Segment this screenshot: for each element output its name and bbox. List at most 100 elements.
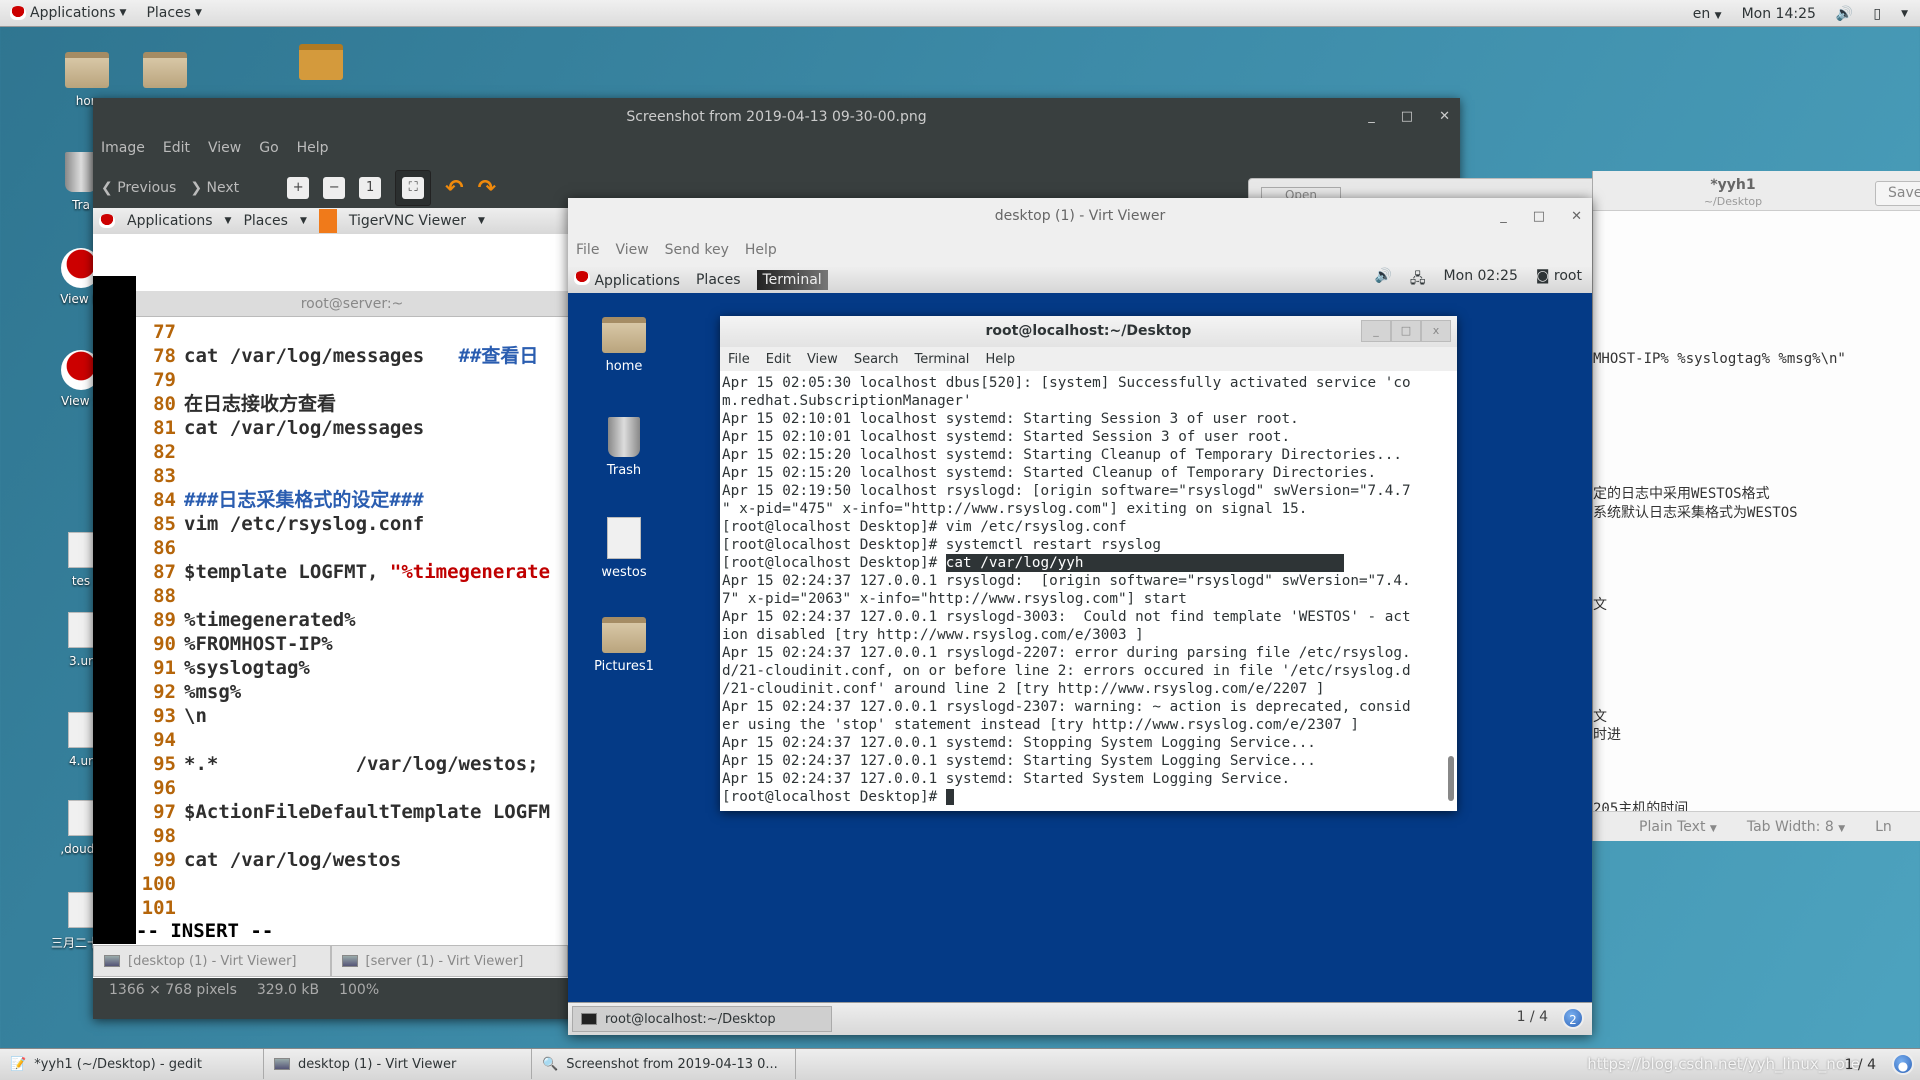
maximize-button[interactable]: □ [1533, 198, 1545, 235]
workspace-pager[interactable]: 1 / 4 [1845, 1057, 1876, 1073]
menu-edit[interactable]: Edit [766, 352, 791, 367]
guest-icon-pictures[interactable]: Pictures1 [579, 617, 669, 674]
text-line[interactable]: 定的日志中采用WESTOS格式 [1593, 483, 1770, 503]
rotate-left-icon[interactable]: ↶ [445, 176, 463, 201]
close-button[interactable]: ✕ [1439, 98, 1450, 136]
terminal-output[interactable]: Apr 15 02:05:30 localhost dbus[520]: [sy… [722, 374, 1444, 806]
system-menu-chevron-icon[interactable]: ▼ [1901, 9, 1908, 19]
guest-task-terminal[interactable]: root@localhost:~/Desktop [572, 1006, 832, 1032]
guest-places-menu[interactable]: Places [696, 272, 741, 288]
battery-icon[interactable]: ▯ [1873, 6, 1881, 22]
minimize-button[interactable]: _ [1500, 198, 1507, 235]
menu-send-key[interactable]: Send key [665, 242, 729, 258]
rotate-right-icon[interactable]: ↷ [478, 176, 496, 201]
desktop-icon-folder[interactable] [120, 52, 210, 94]
terminal-line: m.redhat.SubscriptionManager' [722, 392, 1444, 410]
line-text: [root@localhost Desktop]# [722, 555, 946, 571]
terminal-line: Apr 15 02:15:20 localhost systemd: Start… [722, 446, 1444, 464]
minimize-button[interactable]: _ [1361, 320, 1391, 342]
previous-button[interactable]: ❮ Previous [101, 180, 176, 196]
guest-terminal-app[interactable]: Terminal [756, 270, 828, 290]
line-number: 78 [153, 345, 176, 367]
zoom-out-icon[interactable]: − [323, 177, 346, 199]
close-button[interactable]: ✕ [1571, 198, 1582, 235]
best-fit-button[interactable]: ⛶ [395, 170, 432, 206]
guest-icon-trash[interactable]: Trash [579, 417, 669, 478]
line-text: Apr 15 02:10:01 localhost systemd: Start… [722, 429, 1291, 445]
vim-line: 92 %msg% [136, 680, 568, 704]
line-number: 95 [153, 753, 176, 775]
lang-label: en [1692, 5, 1711, 22]
terminal-line: Apr 15 02:24:37 127.0.0.1 systemd: Start… [722, 752, 1444, 770]
next-button[interactable]: ❯ Next [190, 180, 239, 196]
applications-label: Applications [30, 5, 116, 21]
menu-view[interactable]: View [807, 352, 838, 367]
vim-line: 96 [136, 776, 568, 800]
menu-edit[interactable]: Edit [163, 140, 190, 156]
line-number: 94 [153, 729, 176, 751]
line-number: 79 [153, 369, 176, 391]
scrollbar[interactable] [1448, 756, 1454, 801]
menu-view[interactable]: View [615, 242, 648, 258]
maximize-button[interactable]: □ [1401, 98, 1413, 136]
network-icon[interactable]: 🖧 [1410, 268, 1426, 292]
menu-file[interactable]: File [728, 352, 750, 367]
menu-go[interactable]: Go [259, 140, 278, 156]
text-line[interactable]: 时进 [1593, 724, 1621, 744]
selected-command[interactable]: cat /var/log/yyh [945, 554, 1344, 572]
notification-icon[interactable]: ● [1892, 1053, 1914, 1075]
line-text: Apr 15 02:10:01 localhost systemd: Start… [722, 411, 1299, 427]
menu-help[interactable]: Help [985, 352, 1015, 367]
line-text: m.redhat.SubscriptionManager' [722, 393, 972, 409]
vim-text: 在日志接收方查看 [184, 393, 337, 415]
guest-display[interactable]: Applications Places Terminal 🔊 🖧 Mon 02:… [568, 267, 1592, 1035]
workspace-badge[interactable]: 2 [1562, 1007, 1584, 1029]
menu-terminal[interactable]: Terminal [914, 352, 969, 367]
terminal-line: [root@localhost Desktop]# systemctl rest… [722, 536, 1444, 554]
task-gedit[interactable]: 📝 *yyh1 (~/Desktop) - gedit [0, 1049, 264, 1079]
menu-help[interactable]: Help [297, 140, 329, 156]
applications-menu[interactable]: Applications ▼ [10, 5, 126, 21]
maximize-button[interactable]: □ [1391, 320, 1421, 342]
workspace-pager[interactable]: 1 / 4 [1517, 1009, 1548, 1025]
language-selector[interactable]: en ▼ [1693, 6, 1722, 22]
volume-icon[interactable]: 🔊 [1836, 6, 1853, 22]
menu-view[interactable]: View [208, 140, 241, 156]
text-line[interactable]: 系统默认日志采集格式为WESTOS [1593, 502, 1798, 522]
terminal-line: Apr 15 02:24:37 127.0.0.1 systemd: Start… [722, 770, 1444, 788]
menu-image[interactable]: Image [101, 140, 145, 156]
guest-applications-menu[interactable]: Applications [574, 271, 680, 289]
guest-icon-westos[interactable]: westos [579, 517, 669, 580]
tab-width-selector[interactable]: Tab Width: 8 ▼ [1747, 819, 1845, 835]
close-button[interactable]: x [1421, 320, 1451, 342]
syntax-selector[interactable]: Plain Text ▼ [1639, 819, 1717, 835]
gedit-window: *yyh1 ~/Desktop Save MHOST-IP% %syslogta… [1592, 171, 1920, 841]
text-line[interactable]: 文 [1593, 706, 1607, 726]
save-button[interactable]: Save [1875, 181, 1920, 206]
user-menu[interactable]: ◙ root [1536, 268, 1582, 292]
menu-file[interactable]: File [576, 242, 599, 258]
redhat-icon [10, 6, 26, 20]
guest-clock[interactable]: Mon 02:25 [1444, 268, 1518, 292]
line-number: 100 [141, 873, 176, 895]
text-line[interactable]: MHOST-IP% %syslogtag% %msg%\n" [1593, 351, 1846, 367]
minimize-button[interactable]: _ [1368, 98, 1375, 136]
user-icon: ◙ [1535, 268, 1550, 284]
menu-search[interactable]: Search [854, 352, 899, 367]
vim-line: 88 [136, 584, 568, 608]
guest-icon-home[interactable]: home [579, 317, 669, 374]
task-virt-viewer[interactable]: desktop (1) - Virt Viewer [264, 1049, 532, 1079]
menu-help[interactable]: Help [745, 242, 777, 258]
icon-label: 4.ur [69, 754, 93, 768]
places-menu[interactable]: Places ▼ [146, 5, 201, 21]
watermark: https://blog.csdn.net/yyh_linux_note [1587, 1055, 1860, 1073]
clock[interactable]: Mon 14:25 [1742, 6, 1816, 22]
icon-label: Pictures1 [594, 659, 654, 674]
desktop-icon-package[interactable] [276, 44, 366, 86]
text-line[interactable]: 文 [1593, 594, 1607, 614]
task-screenshot[interactable]: 🔍 Screenshot from 2019-04-13 0... [532, 1049, 796, 1079]
volume-icon[interactable]: 🔊 [1374, 268, 1391, 292]
line-number: 86 [153, 537, 176, 559]
zoom-normal-icon[interactable]: 1 [359, 177, 382, 199]
zoom-in-icon[interactable]: + [287, 177, 310, 199]
